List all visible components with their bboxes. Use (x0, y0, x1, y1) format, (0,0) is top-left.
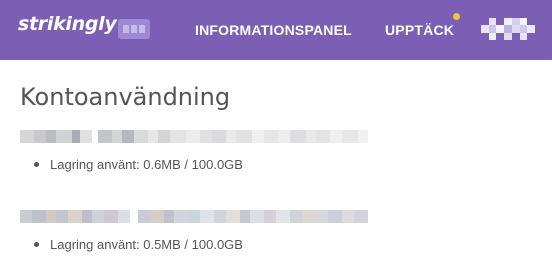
storage-usage-text: Lagring använt: 0.6MB / 100.0GB (50, 157, 243, 172)
usage-list: Lagring använt: 0.5MB / 100.0GB (20, 237, 368, 252)
redacted-site-name (20, 130, 368, 143)
site-usage-entry: Lagring använt: 0.5MB / 100.0GB (20, 210, 368, 252)
nav-discover-link[interactable]: UPPTÄCK (385, 22, 454, 38)
site-usage-entry: Lagring använt: 0.6MB / 100.0GB (20, 130, 368, 172)
page-title: Kontoanvändning (20, 83, 231, 111)
strikingly-logo[interactable]: strikingly (18, 13, 117, 35)
user-avatar-menu[interactable] (481, 18, 535, 40)
redacted-site-name (20, 210, 368, 223)
storage-usage-text: Lagring använt: 0.5MB / 100.0GB (50, 237, 243, 252)
redacted-badge-icon (118, 19, 150, 39)
bullet-icon (34, 162, 39, 167)
top-navigation-bar: strikingly INFORMATIONSPANEL UPPTÄCK (0, 0, 552, 60)
usage-list: Lagring använt: 0.6MB / 100.0GB (20, 157, 368, 172)
bullet-icon (34, 242, 39, 247)
storage-usage-item: Lagring använt: 0.5MB / 100.0GB (20, 237, 368, 252)
storage-usage-item: Lagring använt: 0.6MB / 100.0GB (20, 157, 368, 172)
notification-dot-icon (453, 13, 460, 20)
nav-dashboard-link[interactable]: INFORMATIONSPANEL (195, 22, 352, 38)
